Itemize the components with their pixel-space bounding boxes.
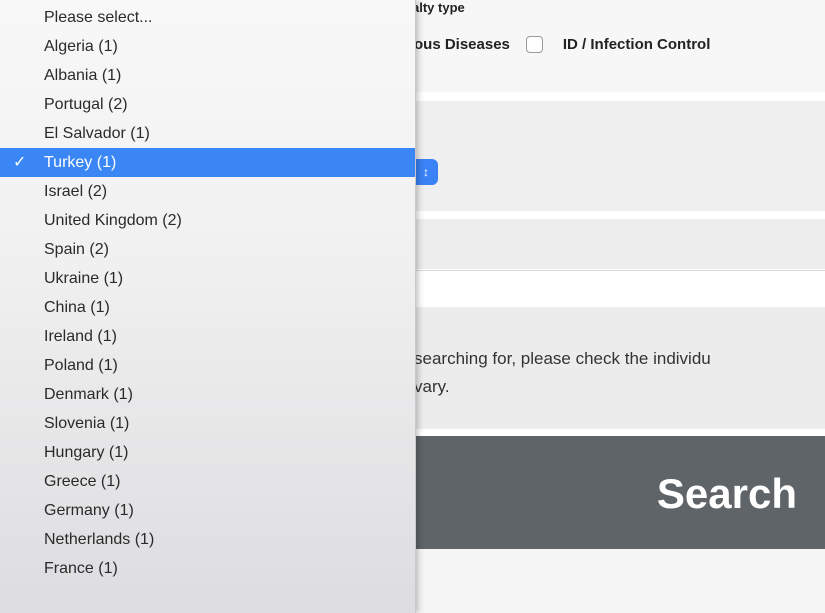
specialty-heading: alty type <box>412 0 465 15</box>
dropdown-option[interactable]: El Salvador (1) <box>0 119 415 148</box>
dropdown-option[interactable]: Please select... <box>0 3 415 32</box>
note-line-2: vary. <box>414 377 450 396</box>
country-dropdown-popup[interactable]: Please select... Algeria (1) Albania (1) Po… <box>0 0 416 613</box>
dropdown-option[interactable]: Netherlands (1) <box>0 525 415 554</box>
dropdown-option-label: Turkey (1) <box>44 154 117 171</box>
dropdown-option-label: France (1) <box>44 560 118 577</box>
dropdown-option[interactable]: Israel (2) <box>0 177 415 206</box>
dropdown-option-label: Portugal (2) <box>44 96 128 113</box>
dropdown-option[interactable]: Algeria (1) <box>0 32 415 61</box>
dropdown-option[interactable]: Portugal (2) <box>0 90 415 119</box>
chevron-updown-icon[interactable]: ↕ <box>414 159 438 185</box>
note-line-1: searching for, please check the individu <box>414 349 711 368</box>
dropdown-option[interactable]: United Kingdom (2) <box>0 206 415 235</box>
dropdown-option-selected[interactable]: ✓ Turkey (1) <box>0 148 415 177</box>
dropdown-option-label: Denmark (1) <box>44 386 133 403</box>
dropdown-option-label: Israel (2) <box>44 183 108 200</box>
checkbox-label-id-infection-control[interactable]: ID / Infection Control <box>563 36 711 53</box>
dropdown-option[interactable]: Greece (1) <box>0 467 415 496</box>
dropdown-option-label: El Salvador (1) <box>44 125 150 142</box>
dropdown-option[interactable]: Albania (1) <box>0 61 415 90</box>
checkbox-id-infection-control[interactable] <box>525 36 543 53</box>
dropdown-option-label: United Kingdom (2) <box>44 212 182 229</box>
dropdown-option-label: Albania (1) <box>44 67 122 84</box>
country-options-list: Please select... Algeria (1) Albania (1) Po… <box>0 3 415 583</box>
dropdown-option-label: Greece (1) <box>44 473 121 490</box>
dropdown-option-label: Poland (1) <box>44 357 118 374</box>
specialty-checkbox-row: ous Diseases ID / Infection Control <box>414 36 710 53</box>
dropdown-option[interactable]: China (1) <box>0 293 415 322</box>
dropdown-option[interactable]: Germany (1) <box>0 496 415 525</box>
dropdown-option[interactable]: Poland (1) <box>0 351 415 380</box>
dropdown-option-label: China (1) <box>44 299 110 316</box>
dropdown-option[interactable]: Ireland (1) <box>0 322 415 351</box>
dropdown-option[interactable]: Spain (2) <box>0 235 415 264</box>
dropdown-option[interactable]: Ukraine (1) <box>0 264 415 293</box>
dropdown-option-label: Germany (1) <box>44 502 134 519</box>
dropdown-option-label: Please select... <box>44 9 153 26</box>
dropdown-option[interactable]: Slovenia (1) <box>0 409 415 438</box>
search-button-label[interactable]: Search <box>657 470 797 518</box>
dropdown-option-label: Hungary (1) <box>44 444 129 461</box>
checkmark-icon: ✓ <box>13 154 27 171</box>
dropdown-option-label: Netherlands (1) <box>44 531 155 548</box>
dropdown-option[interactable]: Hungary (1) <box>0 438 415 467</box>
dropdown-option-label: Ukraine (1) <box>44 270 124 287</box>
dropdown-option-label: Spain (2) <box>44 241 109 258</box>
dropdown-option-label: Slovenia (1) <box>44 415 130 432</box>
text-input-field[interactable] <box>412 270 825 308</box>
checkbox-label-infectious-diseases[interactable]: ous Diseases <box>414 36 510 53</box>
dropdown-option-label: Ireland (1) <box>44 328 117 345</box>
note-text: searching for, please check the individu… <box>414 345 825 401</box>
dropdown-option[interactable]: France (1) <box>0 554 415 583</box>
dropdown-option-label: Algeria (1) <box>44 38 118 55</box>
dropdown-option[interactable]: Denmark (1) <box>0 380 415 409</box>
